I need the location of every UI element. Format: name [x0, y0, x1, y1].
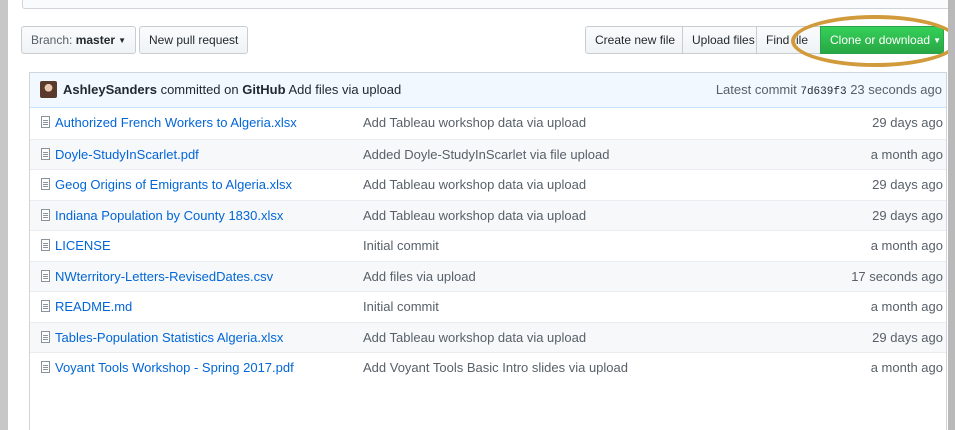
table-row: README.md Initial commit a month ago: [30, 291, 946, 322]
commit-message-link[interactable]: Add files via upload: [288, 82, 401, 97]
branch-select-button[interactable]: Branch: master ▼: [21, 26, 136, 54]
branch-name: master: [75, 33, 116, 47]
find-file-button[interactable]: Find file: [756, 26, 821, 54]
file-name-link[interactable]: Indiana Population by County 1830.xlsx: [55, 208, 283, 223]
file-name-link[interactable]: README.md: [55, 299, 132, 314]
file-name-link[interactable]: Authorized French Workers to Algeria.xls…: [55, 115, 297, 130]
clone-or-download-button[interactable]: Clone or download ▼: [820, 26, 944, 54]
file-age: 29 days ago: [872, 329, 943, 345]
table-row: Indiana Population by County 1830.xlsx A…: [30, 199, 946, 230]
latest-commit-bar: AshleySanders committed on GitHub Add fi…: [30, 73, 946, 108]
file-commit-message-link[interactable]: Initial commit: [363, 238, 439, 253]
file-icon: [41, 239, 50, 251]
latest-commit-label: Latest commit: [715, 82, 797, 97]
commit-action: committed on: [160, 82, 239, 97]
table-row: NWterritory-Letters-RevisedDates.csv Add…: [30, 260, 946, 291]
file-name-link[interactable]: LICENSE: [55, 238, 111, 253]
commit-sha-link[interactable]: 7d639f3: [800, 86, 846, 98]
upload-files-button[interactable]: Upload files: [682, 26, 757, 54]
file-age: a month ago: [870, 238, 943, 253]
repo-header-strip: [22, 0, 952, 9]
file-commit-message-link[interactable]: Added Doyle-StudyInScarlet via file uplo…: [363, 147, 609, 162]
table-row: Doyle-StudyInScarlet.pdf Added Doyle-Stu…: [30, 138, 946, 169]
avatar[interactable]: [40, 81, 57, 98]
caret-down-icon: ▼: [933, 36, 941, 45]
file-name-link[interactable]: Doyle-StudyInScarlet.pdf: [55, 147, 199, 162]
file-icon: [41, 208, 50, 221]
commit-age: 23 seconds ago: [850, 82, 942, 97]
file-icon: [41, 330, 50, 343]
file-name-link[interactable]: NWterritory-Letters-RevisedDates.csv: [55, 269, 273, 284]
file-age: a month ago: [870, 360, 943, 375]
file-age: a month ago: [870, 299, 943, 314]
clone-or-download-label: Clone or download: [830, 33, 931, 47]
file-icon: [41, 361, 50, 373]
commit-author-link[interactable]: AshleySanders: [63, 82, 157, 97]
table-row: Tables-Population Statistics Algeria.xls…: [30, 321, 946, 352]
file-icon: [41, 178, 50, 190]
file-age: 29 days ago: [872, 177, 943, 192]
file-commit-message-link[interactable]: Add Tableau workshop data via upload: [363, 177, 586, 192]
file-icon: [41, 300, 50, 312]
file-age: 17 seconds ago: [851, 268, 943, 284]
commit-platform: GitHub: [242, 82, 286, 97]
caret-down-icon: ▼: [118, 36, 126, 45]
window-edge: [948, 0, 955, 430]
commit-summary: AshleySanders committed on GitHub Add fi…: [63, 82, 401, 97]
file-name-link[interactable]: Geog Origins of Emigrants to Algeria.xls…: [55, 177, 292, 192]
file-icon: [41, 147, 50, 160]
new-pull-request-button[interactable]: New pull request: [139, 26, 249, 54]
table-row: Authorized French Workers to Algeria.xls…: [30, 108, 946, 139]
file-navigation-toolbar: Branch: master ▼ New pull request Create …: [8, 26, 948, 58]
file-commit-message-link[interactable]: Add files via upload: [363, 269, 476, 284]
file-commit-message-link[interactable]: Add Tableau workshop data via upload: [363, 208, 586, 223]
table-row: Geog Origins of Emigrants to Algeria.xls…: [30, 169, 946, 200]
file-age: 29 days ago: [872, 115, 943, 130]
file-name-link[interactable]: Tables-Population Statistics Algeria.xls…: [55, 330, 283, 345]
file-name-link[interactable]: Voyant Tools Workshop - Spring 2017.pdf: [55, 360, 294, 375]
file-commit-message-link[interactable]: Add Tableau workshop data via upload: [363, 115, 586, 130]
file-age: a month ago: [870, 146, 943, 162]
branch-prefix: Branch:: [31, 33, 73, 47]
file-rows: Authorized French Workers to Algeria.xls…: [30, 108, 946, 383]
table-row: Voyant Tools Workshop - Spring 2017.pdf …: [30, 352, 946, 383]
commit-meta: Latest commit 7d639f3 23 seconds ago: [716, 82, 942, 98]
repo-page: Branch: master ▼ New pull request Create …: [8, 0, 955, 430]
create-new-file-button[interactable]: Create new file: [585, 26, 683, 54]
table-row: LICENSE Initial commit a month ago: [30, 230, 946, 261]
file-age: 29 days ago: [872, 207, 943, 223]
file-commit-message-link[interactable]: Initial commit: [363, 299, 439, 314]
file-commit-message-link[interactable]: Add Tableau workshop data via upload: [363, 330, 586, 345]
file-icon: [41, 269, 50, 282]
file-commit-message-link[interactable]: Add Voyant Tools Basic Intro slides via …: [363, 360, 628, 375]
file-list-table: AshleySanders committed on GitHub Add fi…: [29, 72, 947, 430]
file-icon: [41, 116, 50, 128]
